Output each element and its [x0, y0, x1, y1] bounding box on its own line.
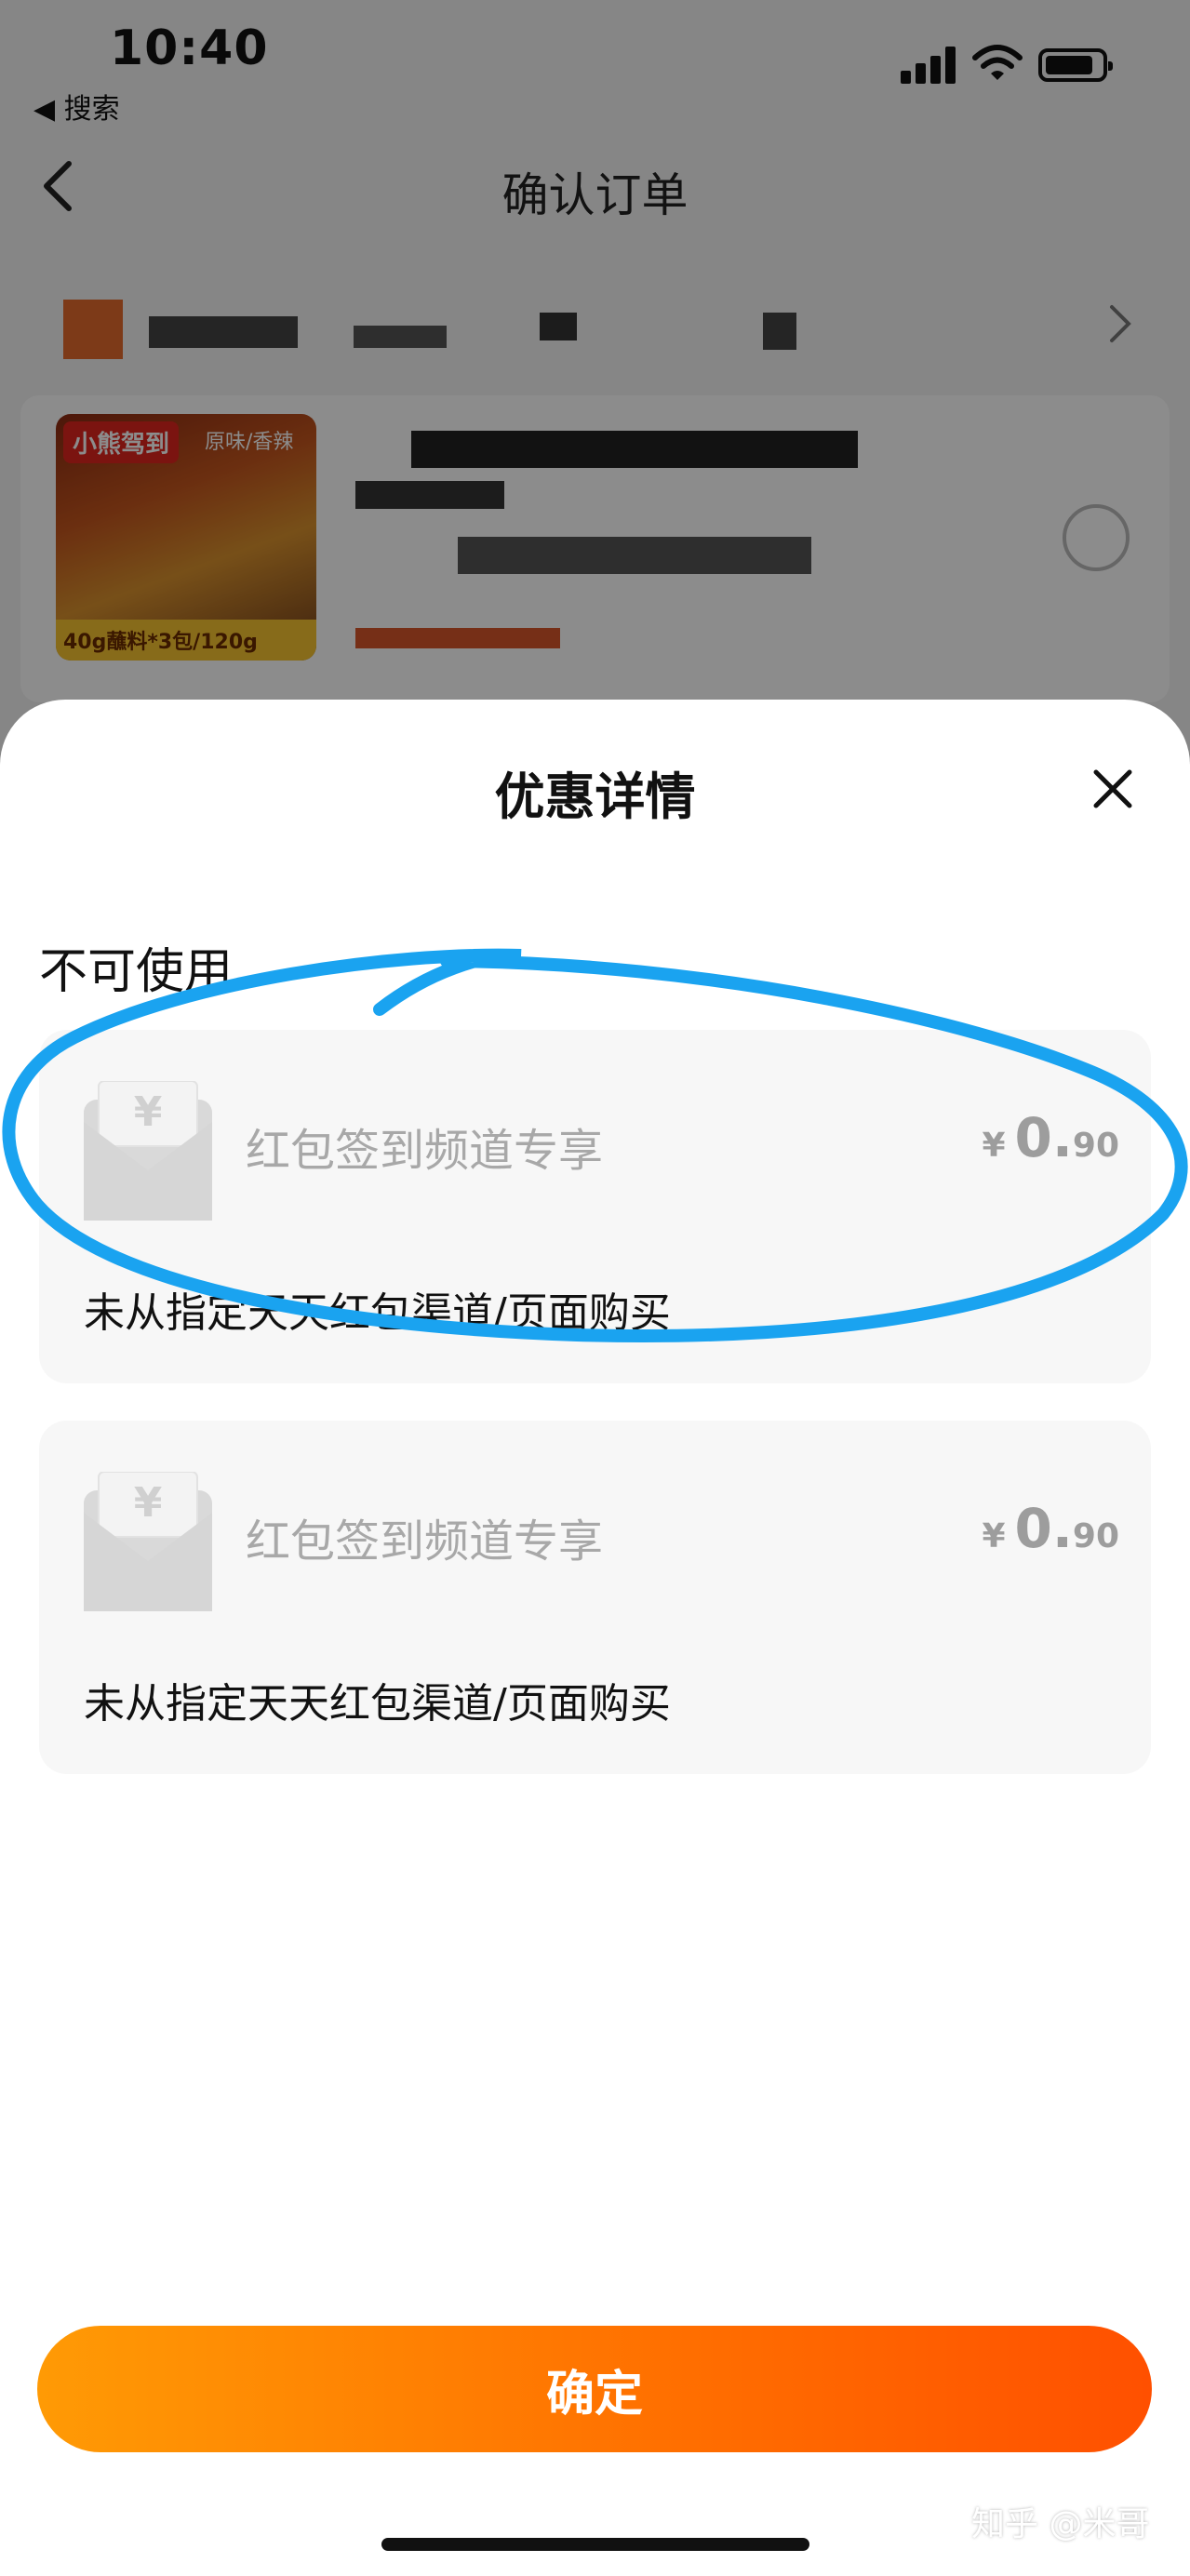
coupon-value: ¥0.90 [982, 1497, 1119, 1560]
sheet-title: 优惠详情 [494, 767, 696, 826]
home-indicator[interactable] [381, 2538, 809, 2551]
discount-details-sheet: 优惠详情 不可使用 ¥ 红包签到频道专享 ¥0.90 未从指定天天红包渠道/页面… [0, 700, 1190, 2576]
coupon-card: ¥ 红包签到频道专享 ¥0.90 未从指定天天红包渠道/页面购买 [39, 1030, 1151, 1383]
confirm-button[interactable]: 确定 [37, 2326, 1152, 2452]
red-envelope-icon: ¥ [84, 1081, 212, 1221]
close-icon[interactable] [1090, 767, 1135, 811]
coupon-value: ¥0.90 [982, 1106, 1119, 1169]
section-title-unavailable: 不可使用 [39, 944, 234, 1000]
watermark: 知乎 @米哥 [971, 2505, 1150, 2543]
svg-text:¥: ¥ [134, 1088, 163, 1136]
coupon-name: 红包签到频道专享 [246, 1515, 604, 1568]
coupon-name: 红包签到频道专享 [246, 1125, 604, 1177]
red-envelope-icon: ¥ [84, 1472, 212, 1611]
coupon-unavailable-reason: 未从指定天天红包渠道/页面购买 [84, 1680, 671, 1728]
coupon-unavailable-reason: 未从指定天天红包渠道/页面购买 [84, 1289, 671, 1337]
order-page: 10:40 ◀ 搜索 确认订单 小熊驾到 原味/香辣 40g蘸料*3包/120g [0, 0, 1190, 2576]
svg-text:¥: ¥ [134, 1479, 163, 1527]
coupon-card: ¥ 红包签到频道专享 ¥0.90 未从指定天天红包渠道/页面购买 [39, 1421, 1151, 1774]
